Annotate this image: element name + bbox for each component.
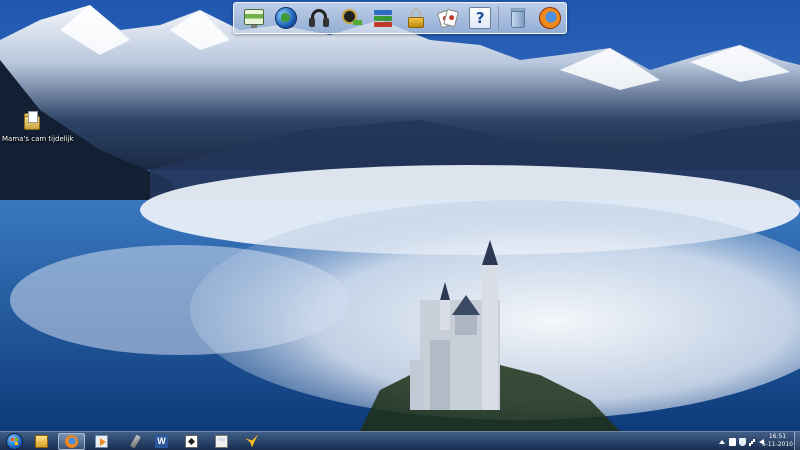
books-icon — [372, 7, 394, 29]
calculator-icon — [215, 434, 228, 448]
taskbar-clock[interactable]: 16:51 5-11-2010 — [762, 433, 793, 449]
wallpaper-scene — [0, 0, 800, 431]
help-icon: ? — [469, 7, 492, 29]
taskbar: W 16:51 5-11-2010 — [0, 431, 800, 450]
app-dock: ? — [233, 2, 567, 34]
dock-item-games[interactable] — [432, 4, 464, 32]
film-reel-icon — [340, 7, 363, 29]
desktop-wallpaper — [0, 0, 800, 431]
taskbar-solitaire-button[interactable] — [178, 433, 205, 450]
taskbar-bird-app-button[interactable] — [238, 433, 265, 450]
taskbar-media-player-button[interactable] — [88, 433, 115, 450]
padlock-icon — [405, 7, 427, 29]
dock-item-internet[interactable] — [270, 4, 302, 32]
desktop-icon-label: Mama's cam tijdelijk — [2, 135, 74, 143]
playing-cards-icon — [436, 7, 459, 29]
dock-item-security[interactable] — [399, 4, 431, 32]
recycle-bin-icon — [507, 7, 529, 29]
system-tray — [719, 432, 766, 450]
dock-item-monitor[interactable] — [238, 4, 270, 32]
desktop-icon-folder[interactable]: Mama's cam tijdelijk — [2, 110, 74, 143]
start-button[interactable] — [3, 432, 25, 450]
clock-date: 5-11-2010 — [761, 441, 793, 448]
dock-item-firefox[interactable] — [534, 4, 566, 32]
clock-time: 16:51 — [768, 433, 787, 440]
taskbar-word-button[interactable]: W — [148, 433, 175, 450]
dock-item-music[interactable] — [303, 4, 335, 32]
dock-item-video[interactable] — [335, 4, 367, 32]
solitaire-icon — [185, 434, 198, 448]
explorer-folder-icon — [35, 434, 48, 448]
firefox-icon — [65, 434, 78, 448]
taskbar-calculator-button[interactable] — [208, 433, 235, 450]
taskbar-explorer-button[interactable] — [28, 433, 55, 450]
security-shield-icon[interactable] — [739, 437, 746, 446]
windows-orb-icon — [5, 432, 23, 450]
show-desktop-button[interactable] — [794, 432, 800, 450]
globe-icon — [275, 7, 298, 29]
word-icon: W — [155, 434, 168, 448]
bird-app-icon — [245, 434, 258, 448]
dock-separator — [498, 6, 500, 30]
dock-item-help[interactable]: ? — [464, 4, 496, 32]
action-center-flag-icon[interactable] — [729, 437, 736, 446]
taskbar-firefox-button[interactable] — [58, 432, 85, 450]
fog-left — [10, 245, 350, 355]
media-player-icon — [95, 434, 108, 448]
dock-item-recycle-bin[interactable] — [501, 4, 533, 32]
firefox-icon — [538, 7, 561, 29]
headphones-icon — [308, 7, 330, 29]
monitor-icon — [243, 7, 265, 29]
tool-icon — [130, 434, 141, 448]
dock-item-library[interactable] — [367, 4, 399, 32]
network-icon[interactable] — [749, 438, 756, 446]
folder-icon — [22, 110, 42, 132]
taskbar-tool-button[interactable] — [118, 433, 145, 450]
show-hidden-icons-icon[interactable] — [719, 438, 726, 446]
